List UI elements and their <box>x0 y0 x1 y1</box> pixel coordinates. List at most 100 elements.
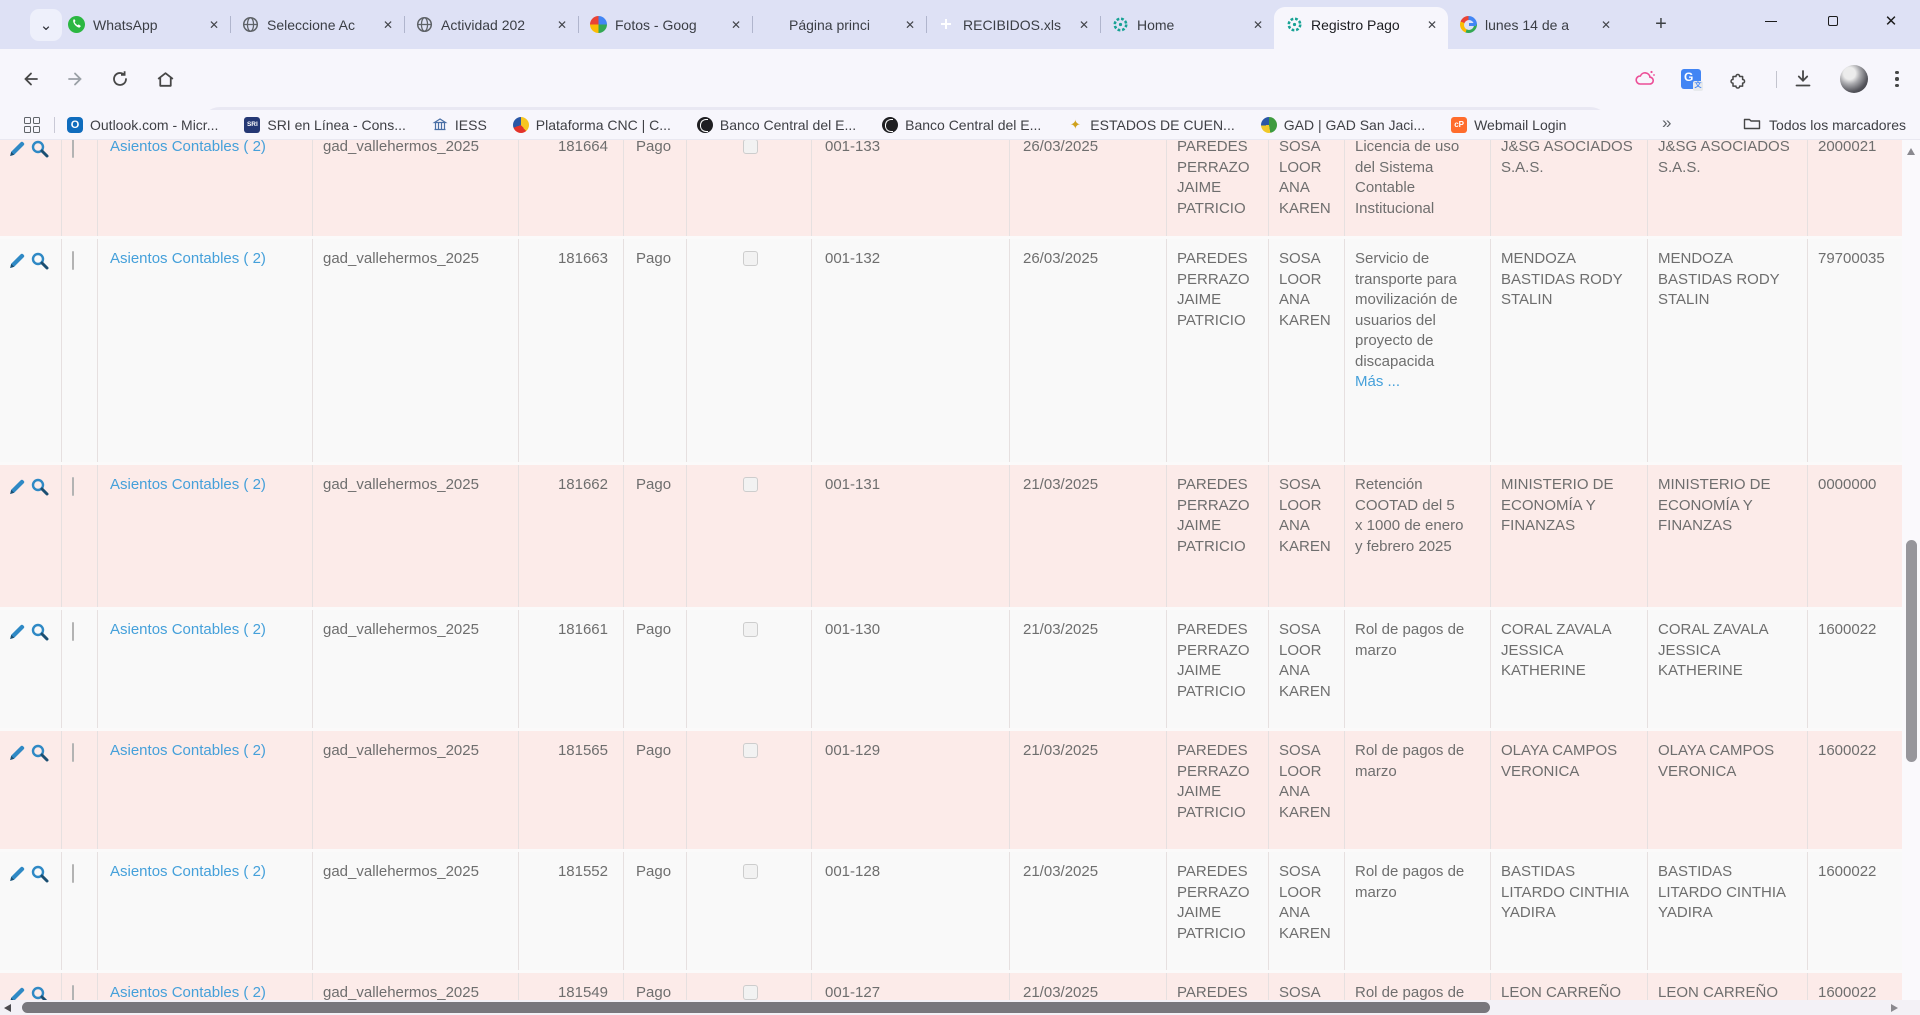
bookmark-webmail[interactable]: cP Webmail Login <box>1451 117 1566 133</box>
edit-pencil-icon[interactable] <box>7 985 27 1000</box>
horizontal-scrollbar[interactable] <box>0 1000 1902 1015</box>
browser-menu-icon[interactable] <box>1888 66 1906 92</box>
profile-avatar[interactable] <box>1840 65 1868 93</box>
tab-seleccione[interactable]: Seleccione Ac ✕ <box>230 0 404 49</box>
database-cell: gad_vallehermos_2025 <box>313 973 519 1000</box>
search-magnifier-icon[interactable] <box>30 864 50 970</box>
forward-button[interactable] <box>58 62 92 96</box>
asientos-contables-link[interactable]: Asientos Contables ( 2) <box>110 476 266 493</box>
funcionario-cell: PAREDES PERRAZO JAIME PATRICIO <box>1167 465 1269 607</box>
funcionario-cell: PAREDES PERRAZO JAIME PATRICIO <box>1167 852 1269 970</box>
window-close-button[interactable]: ✕ <box>1866 0 1916 42</box>
close-icon[interactable]: ✕ <box>1598 17 1614 33</box>
beneficiario2-cell: OLAYA CAMPOS VERONICA <box>1648 731 1808 849</box>
edit-pencil-icon[interactable] <box>7 743 27 849</box>
search-magnifier-icon[interactable] <box>30 140 50 236</box>
horizontal-scrollbar-thumb[interactable] <box>22 1002 1490 1013</box>
bookmarks-overflow-chevron[interactable]: » <box>1662 113 1671 133</box>
asientos-contables-link[interactable]: Asientos Contables ( 2) <box>110 984 266 1000</box>
edit-pencil-icon[interactable] <box>7 864 27 970</box>
vertical-scrollbar-thumb[interactable] <box>1906 540 1917 762</box>
tab-pagina-principal[interactable]: Página princi ✕ <box>752 0 926 49</box>
tab-lunes[interactable]: lunes 14 de a ✕ <box>1448 0 1622 49</box>
flag-cell <box>687 465 812 607</box>
search-magnifier-icon[interactable] <box>30 251 50 462</box>
asientos-contables-link[interactable]: Asientos Contables ( 2) <box>110 742 266 759</box>
registro-number-cell: 181661 <box>519 610 624 728</box>
registro-number-cell: 181565 <box>519 731 624 849</box>
asientos-contables-link[interactable]: Asientos Contables ( 2) <box>110 863 266 880</box>
bookmark-sri[interactable]: SRI SRI en Línea - Cons... <box>244 117 406 133</box>
mas-link[interactable]: Más ... <box>1355 372 1466 393</box>
asientos-contables-link[interactable]: Asientos Contables ( 2) <box>110 140 266 155</box>
apps-grid-icon[interactable] <box>24 117 40 133</box>
tab-divider <box>926 16 927 33</box>
bookmark-outlook[interactable]: O Outlook.com - Micr... <box>67 117 218 133</box>
close-icon[interactable]: ✕ <box>1076 17 1092 33</box>
bookmark-cnc[interactable]: Plataforma CNC | C... <box>513 117 671 133</box>
funcionario-cell: PAREDES PERRAZO JAIME PATRICIO <box>1167 973 1269 1000</box>
bookmark-gad[interactable]: GAD | GAD San Jaci... <box>1261 117 1425 133</box>
registro-pago-table: Asientos Contables ( 2) gad_vallehermos_… <box>0 140 1902 1000</box>
bookmark-label: Banco Central del E... <box>905 117 1041 133</box>
row-checkbox[interactable] <box>72 251 74 270</box>
row-checkbox[interactable] <box>72 985 74 1000</box>
search-magnifier-icon[interactable] <box>30 477 50 607</box>
tab-whatsapp[interactable]: WhatsApp ✕ <box>56 0 230 49</box>
row-select-cell <box>62 465 98 607</box>
tab-registro-pago-active[interactable]: Registro Pago ✕ <box>1274 0 1448 49</box>
funcionario-cell: PAREDES PERRAZO JAIME PATRICIO <box>1167 731 1269 849</box>
scroll-up-arrow-icon[interactable] <box>1907 148 1915 155</box>
bookmark-banco-central-1[interactable]: Banco Central del E... <box>697 117 856 133</box>
google-translate-icon[interactable]: G文 <box>1678 66 1704 92</box>
new-tab-button[interactable]: + <box>1648 12 1674 38</box>
close-icon[interactable]: ✕ <box>1424 17 1440 33</box>
vertical-scrollbar[interactable] <box>1902 140 1920 1015</box>
disabled-checkbox <box>743 864 758 879</box>
asientos-contables-link[interactable]: Asientos Contables ( 2) <box>110 250 266 267</box>
documento-cell: 001-132 <box>812 239 1010 462</box>
bookmark-iess[interactable]: IESS <box>432 117 487 133</box>
tab-home[interactable]: Home ✕ <box>1100 0 1274 49</box>
scroll-left-arrow-icon[interactable] <box>4 1004 11 1012</box>
reload-button[interactable] <box>103 62 137 96</box>
close-icon[interactable]: ✕ <box>1250 17 1266 33</box>
back-button[interactable] <box>14 62 48 96</box>
tab-actividad[interactable]: Actividad 202 ✕ <box>404 0 578 49</box>
beneficiario-cell: MENDOZA BASTIDAS RODY STALIN <box>1491 239 1648 462</box>
search-magnifier-icon[interactable] <box>30 743 50 849</box>
row-checkbox[interactable] <box>72 743 74 762</box>
scroll-right-arrow-icon[interactable] <box>1891 1004 1898 1012</box>
close-icon[interactable]: ✕ <box>206 17 222 33</box>
edit-pencil-icon[interactable] <box>7 140 27 236</box>
home-button[interactable] <box>148 62 182 96</box>
row-select-cell <box>62 140 98 236</box>
row-checkbox[interactable] <box>72 140 74 158</box>
search-magnifier-icon[interactable] <box>30 985 50 1000</box>
extensions-puzzle-icon[interactable] <box>1726 66 1752 92</box>
tab-recibidos[interactable]: RECIBIDOS.xls ✕ <box>926 0 1100 49</box>
close-icon[interactable]: ✕ <box>728 17 744 33</box>
window-minimize-button[interactable] <box>1746 0 1796 42</box>
bookmark-banco-central-2[interactable]: Banco Central del E... <box>882 117 1041 133</box>
edit-pencil-icon[interactable] <box>7 251 27 462</box>
asientos-contables-link[interactable]: Asientos Contables ( 2) <box>110 621 266 638</box>
edit-pencil-icon[interactable] <box>7 622 27 728</box>
documento-cell: 001-129 <box>812 731 1010 849</box>
edit-pencil-icon[interactable] <box>7 477 27 607</box>
search-magnifier-icon[interactable] <box>30 622 50 728</box>
table-row: Asientos Contables ( 2) gad_vallehermos_… <box>0 239 1902 465</box>
extension-pink-cloud-icon[interactable] <box>1632 66 1658 92</box>
row-checkbox[interactable] <box>72 477 74 496</box>
close-icon[interactable]: ✕ <box>380 17 396 33</box>
row-checkbox[interactable] <box>72 864 74 883</box>
bookmark-estados[interactable]: ✦ ESTADOS DE CUEN... <box>1067 117 1234 133</box>
row-checkbox[interactable] <box>72 622 74 641</box>
all-bookmarks-button[interactable]: Todos los marcadores <box>1743 110 1906 140</box>
beneficiario-cell: CORAL ZAVALA JESSICA KATHERINE <box>1491 610 1648 728</box>
window-restore-button[interactable] <box>1808 0 1858 42</box>
downloads-icon[interactable] <box>1790 66 1816 92</box>
close-icon[interactable]: ✕ <box>902 17 918 33</box>
close-icon[interactable]: ✕ <box>554 17 570 33</box>
tab-fotos[interactable]: Fotos - Goog ✕ <box>578 0 752 49</box>
